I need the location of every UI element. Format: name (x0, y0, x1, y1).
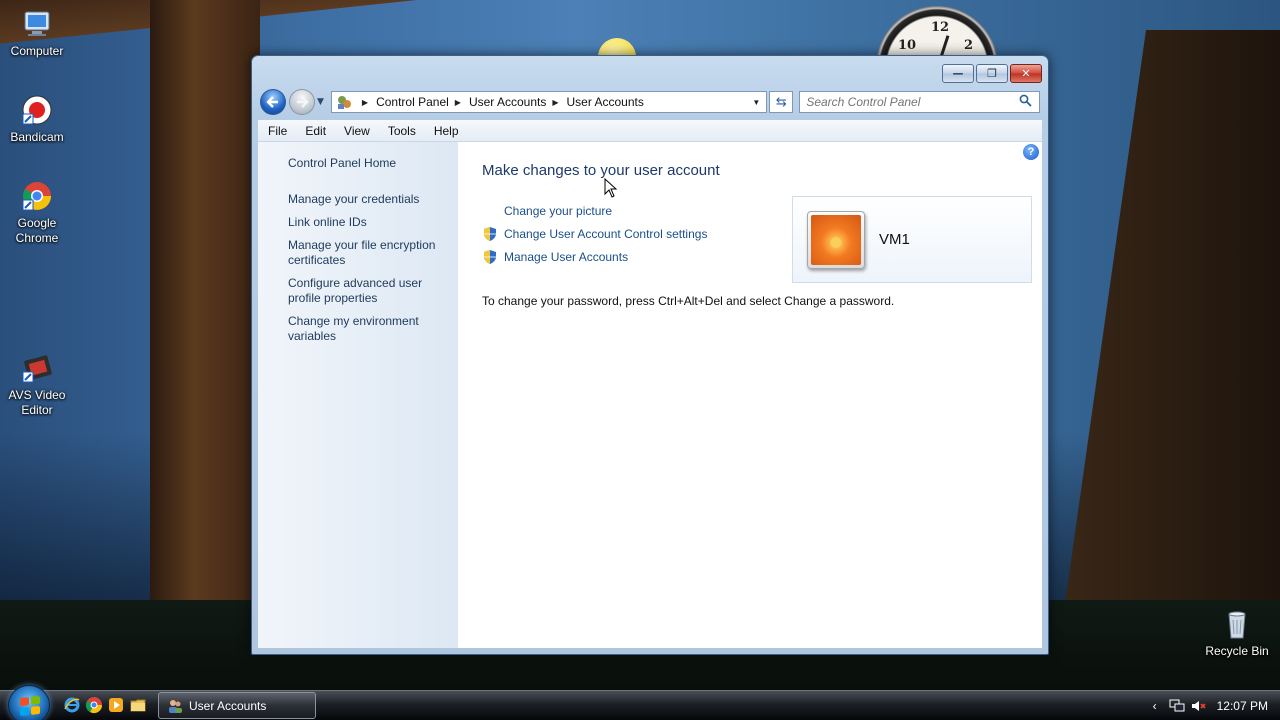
chevron-down-icon[interactable]: ▼ (752, 98, 760, 107)
desktop-icon-label: Bandicam (10, 130, 64, 144)
users-icon (169, 699, 182, 713)
wallpaper-beam (0, 0, 620, 48)
desktop-icon-label: Recycle Bin (1205, 644, 1269, 658)
start-button[interactable] (8, 685, 50, 720)
navigation-bar: ▼ ▶ Control Panel ▶ User Accounts ▶ User… (260, 88, 1040, 116)
menu-view[interactable]: View (335, 124, 379, 138)
flower-picture-icon (811, 214, 861, 265)
account-card: VM1 (792, 196, 1032, 283)
refresh-icon: ⇆ (775, 94, 787, 110)
menu-file[interactable]: File (258, 124, 296, 138)
windows-logo-icon (20, 695, 40, 717)
breadcrumb-user-accounts-current[interactable]: User Accounts (566, 95, 643, 109)
chevron-right-icon: ▶ (361, 97, 369, 107)
breadcrumb-control-panel[interactable]: Control Panel (376, 95, 449, 109)
chrome-icon (22, 182, 51, 211)
maximize-button[interactable]: ❐ (976, 64, 1008, 83)
back-button[interactable] (260, 89, 286, 115)
film-icon (22, 355, 52, 383)
link-label: Manage User Accounts (504, 249, 629, 264)
user-accounts-window[interactable]: — ❐ ✕ ▼ ▶ Control Panel ▶ User Accounts … (251, 55, 1049, 655)
recent-pages-dropdown[interactable]: ▼ (317, 97, 327, 107)
window-content: Control Panel Home Manage your credentia… (258, 142, 1042, 648)
menu-bar: File Edit View Tools Help (258, 120, 1042, 142)
mouse-cursor-icon (604, 178, 618, 198)
forward-arrow-icon (296, 96, 309, 108)
computer-icon (24, 11, 50, 36)
task-change-environment-variables[interactable]: Change my environment variables (288, 314, 448, 344)
task-link-online-ids[interactable]: Link online IDs (288, 215, 448, 230)
recycle-bin-icon (1228, 611, 1246, 639)
menu-edit[interactable]: Edit (296, 124, 335, 138)
chevron-right-icon[interactable]: ▶ (552, 98, 558, 107)
uac-shield-icon (484, 226, 496, 241)
refresh-button[interactable]: ⇆ (769, 91, 794, 113)
window-controls: — ❐ ✕ (942, 64, 1042, 83)
control-panel-home-link[interactable]: Control Panel Home (288, 156, 458, 171)
search-icon[interactable] (1019, 94, 1033, 110)
taskbar-clock[interactable]: 12:07 PM (1217, 699, 1268, 713)
desktop-icon-label: Google Chrome (15, 216, 59, 245)
back-arrow-icon (266, 96, 278, 108)
account-name: VM1 (879, 231, 910, 248)
task-manage-encryption-certificates[interactable]: Manage your file encryption certificates (288, 238, 448, 268)
network-icon[interactable] (1169, 698, 1185, 714)
desktop-icon-label: AVS Video Editor (8, 388, 66, 417)
search-input[interactable] (806, 95, 1019, 109)
chrome-icon[interactable] (85, 696, 103, 714)
desktop-icon-avs-video-editor[interactable]: AVS Video Editor (0, 352, 74, 418)
address-bar[interactable]: ▶ Control Panel ▶ User Accounts ▶ User A… (330, 91, 768, 113)
system-tray: ‹ 12:07 PM (1147, 691, 1280, 720)
password-instructions: To change your password, press Ctrl+Alt+… (482, 294, 895, 308)
link-label: Change User Account Control settings (504, 226, 708, 241)
bandicam-icon (22, 95, 52, 125)
breadcrumb-user-accounts[interactable]: User Accounts (469, 95, 546, 109)
desktop-icon-computer[interactable]: Computer (0, 8, 74, 59)
minimize-button[interactable]: — (942, 64, 974, 83)
media-player-icon[interactable] (107, 696, 125, 714)
desktop-icon-recycle-bin[interactable]: Recycle Bin (1200, 608, 1274, 659)
control-panel-icon (337, 96, 351, 109)
taskbar: User Accounts ‹ 12:07 PM (0, 685, 1280, 720)
desktop-icon-google-chrome[interactable]: Google Chrome (0, 180, 74, 246)
main-pane: ? Make changes to your user account Chan… (458, 142, 1042, 648)
volume-muted-icon[interactable] (1191, 698, 1207, 714)
close-button[interactable]: ✕ (1010, 64, 1042, 83)
menu-tools[interactable]: Tools (379, 124, 425, 138)
quick-launch (63, 696, 147, 714)
desktop-icon-label: Computer (10, 44, 64, 58)
show-hidden-icons-chevron-icon[interactable]: ‹ (1147, 698, 1163, 714)
uac-shield-icon (484, 249, 496, 264)
wallpaper-pillar-left (150, 0, 260, 700)
folder-icon[interactable] (129, 696, 147, 714)
taskbar-button-label: User Accounts (189, 698, 267, 713)
task-manage-credentials[interactable]: Manage your credentials (288, 192, 448, 207)
link-label: Change your picture (504, 203, 613, 218)
search-box[interactable] (799, 91, 1040, 113)
page-title: Make changes to your user account (482, 162, 720, 179)
avatar[interactable] (807, 210, 865, 269)
taskbar-button-user-accounts[interactable]: User Accounts (158, 692, 316, 719)
task-configure-profile-properties[interactable]: Configure advanced user profile properti… (288, 276, 448, 306)
menu-help[interactable]: Help (425, 124, 468, 138)
desktop-icon-bandicam[interactable]: Bandicam (0, 94, 74, 145)
help-icon[interactable]: ? (1023, 144, 1039, 160)
chevron-right-icon[interactable]: ▶ (455, 98, 461, 107)
forward-button[interactable] (288, 89, 315, 115)
task-pane: Control Panel Home Manage your credentia… (258, 142, 458, 648)
internet-explorer-icon[interactable] (63, 696, 81, 714)
